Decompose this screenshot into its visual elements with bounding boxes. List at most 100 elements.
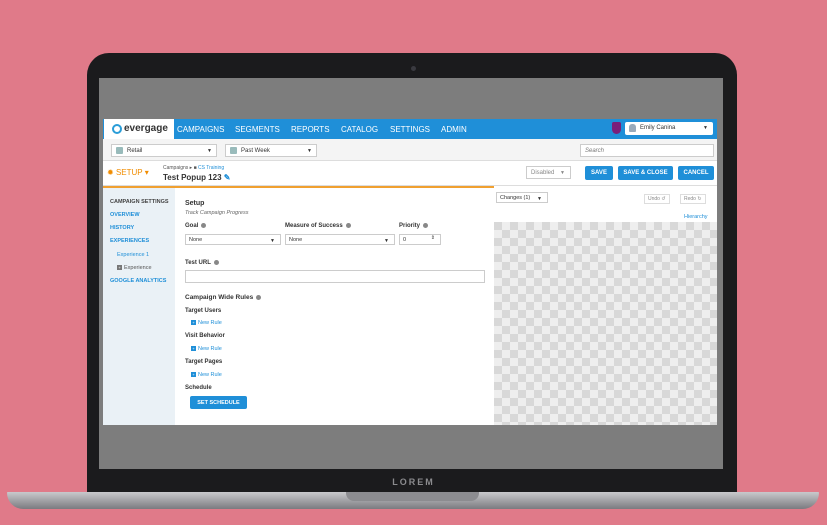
add-experience-label: Experience [124, 265, 152, 271]
chevron-down-icon: ▼ [537, 196, 542, 202]
site-select[interactable]: Retail ▼ [111, 144, 217, 157]
campaign-header: ✹ SETUP ▾ Campaigns ▸ ■ CS Training Test… [103, 161, 717, 186]
target-users-new-rule[interactable]: + New Rule [191, 320, 222, 326]
setup-menu[interactable]: ✹ SETUP ▾ [107, 168, 149, 177]
evergage-app: evergage CAMPAIGNS SEGMENTS REPORTS CATA… [103, 119, 717, 425]
preview-canvas[interactable] [494, 222, 717, 425]
settings-sidebar: CAMPAIGN SETTINGS OVERVIEW HISTORY EXPER… [103, 188, 175, 425]
user-name: Emily Canina [640, 125, 676, 131]
plus-icon: + [191, 372, 196, 377]
visit-behavior-new-rule[interactable]: + New Rule [191, 346, 222, 352]
logo-icon [112, 124, 122, 134]
sidebar-item-experiences[interactable]: EXPERIENCES [110, 238, 149, 244]
schedule-label: Schedule [185, 385, 212, 391]
info-icon[interactable] [201, 223, 207, 228]
goal-select[interactable]: None ▼ [185, 234, 281, 245]
brand-label: LOREM [392, 477, 435, 487]
breadcrumb-folder[interactable]: CS Training [198, 165, 224, 171]
measure-select[interactable]: None ▼ [285, 234, 395, 245]
visit-behavior-label: Visit Behavior [185, 333, 225, 339]
info-icon[interactable] [256, 294, 262, 300]
user-icon [629, 124, 636, 132]
new-rule-label: New Rule [198, 320, 222, 326]
info-icon[interactable] [423, 223, 429, 228]
date-range-value: Past Week [241, 148, 270, 154]
laptop-screen: evergage CAMPAIGNS SEGMENTS REPORTS CATA… [99, 78, 723, 469]
chevron-down-icon: ▼ [307, 148, 312, 154]
save-button[interactable]: SAVE [585, 166, 613, 180]
hierarchy-link[interactable]: Hierarchy [684, 214, 708, 220]
chevron-down-icon: ▼ [560, 170, 565, 176]
filter-bar: Retail ▼ Past Week ▼ Search [103, 139, 717, 161]
redo-button[interactable]: Redo ↻ [680, 194, 706, 204]
changes-select[interactable]: Changes (1) ▼ [496, 192, 548, 203]
chevron-down-icon: ▼ [703, 125, 708, 131]
measure-label: Measure of Success [285, 223, 351, 229]
goal-value: None [189, 237, 203, 243]
setup-label: SETUP [115, 168, 143, 177]
test-url-label: Test URL [185, 260, 219, 266]
logo-text: evergage [124, 123, 168, 134]
webcam [411, 66, 416, 71]
save-close-button[interactable]: SAVE & CLOSE [618, 166, 673, 180]
set-schedule-button[interactable]: SET SCHEDULE [190, 396, 247, 409]
redo-label: Redo [684, 196, 696, 202]
nav-reports[interactable]: REPORTS [291, 125, 330, 134]
measure-value: None [289, 237, 303, 243]
plus-icon: + [191, 320, 196, 325]
plus-icon: + [191, 346, 196, 351]
target-users-label: Target Users [185, 308, 222, 314]
new-rule-label: New Rule [198, 346, 222, 352]
sidebar-item-history[interactable]: HISTORY [110, 225, 134, 231]
plus-icon: + [117, 265, 122, 270]
target-pages-label: Target Pages [185, 359, 223, 365]
changes-value: Changes (1) [500, 195, 531, 201]
target-pages-new-rule[interactable]: + New Rule [191, 372, 222, 378]
campaign-title: Test Popup 123 [163, 173, 222, 182]
undo-button[interactable]: Undo ↺ [644, 194, 670, 204]
status-value: Disabled [531, 170, 555, 176]
search-input[interactable]: Search [580, 144, 714, 157]
breadcrumb-campaigns[interactable]: Campaigns [163, 165, 188, 171]
setup-panel: Setup Track Campaign Progress Goal None ▼… [175, 188, 494, 425]
chevron-down-icon: ▼ [207, 148, 212, 154]
test-url-label-text: Test URL [185, 260, 211, 267]
undo-label: Undo [648, 196, 660, 202]
pencil-icon[interactable]: ✎ [224, 173, 231, 182]
nav-admin[interactable]: ADMIN [441, 125, 467, 134]
priority-value: 0 [403, 237, 407, 243]
chevron-down-icon: ▼ [270, 238, 275, 244]
setup-subtitle: Track Campaign Progress [185, 210, 249, 216]
date-range-select[interactable]: Past Week ▼ [225, 144, 317, 157]
nav-campaigns[interactable]: CAMPAIGNS [177, 125, 224, 134]
nav-catalog[interactable]: CATALOG [341, 125, 378, 134]
store-icon [116, 147, 123, 154]
nav-segments[interactable]: SEGMENTS [235, 125, 280, 134]
sidebar-item-overview[interactable]: OVERVIEW [110, 212, 140, 218]
user-menu[interactable]: Emily Canina ▼ [625, 122, 713, 135]
preview-pane: Changes (1) ▼ Undo ↺ Redo ↻ Hierarchy [494, 186, 717, 425]
goal-label-text: Goal [185, 223, 199, 230]
chevron-down-icon: ▼ [384, 238, 389, 244]
status-select[interactable]: Disabled ▼ [526, 166, 571, 179]
sidebar-item-experience-1[interactable]: Experience 1 [117, 252, 149, 258]
rules-title-text: Campaign Wide Rules [185, 294, 254, 301]
info-icon[interactable] [213, 260, 219, 265]
logo[interactable]: evergage [104, 119, 174, 139]
info-icon[interactable] [345, 223, 351, 228]
test-url-input[interactable] [185, 270, 485, 283]
stepper-icon[interactable]: ⇕ [431, 235, 435, 241]
top-nav: evergage CAMPAIGNS SEGMENTS REPORTS CATA… [103, 119, 717, 139]
sidebar-item-google-analytics[interactable]: GOOGLE ANALYTICS [110, 278, 166, 284]
priority-label-text: Priority [399, 223, 421, 230]
goal-label: Goal [185, 223, 207, 230]
nav-settings[interactable]: SETTINGS [390, 125, 430, 134]
shield-icon[interactable] [612, 122, 621, 134]
laptop-notch [346, 492, 479, 501]
add-experience-button[interactable]: + Experience [117, 265, 152, 271]
site-value: Retail [127, 148, 143, 154]
priority-label: Priority [399, 223, 429, 230]
cancel-button[interactable]: CANCEL [678, 166, 714, 180]
measure-label-text: Measure of Success [285, 223, 343, 230]
priority-stepper[interactable]: 0 ⇕ [399, 234, 441, 245]
